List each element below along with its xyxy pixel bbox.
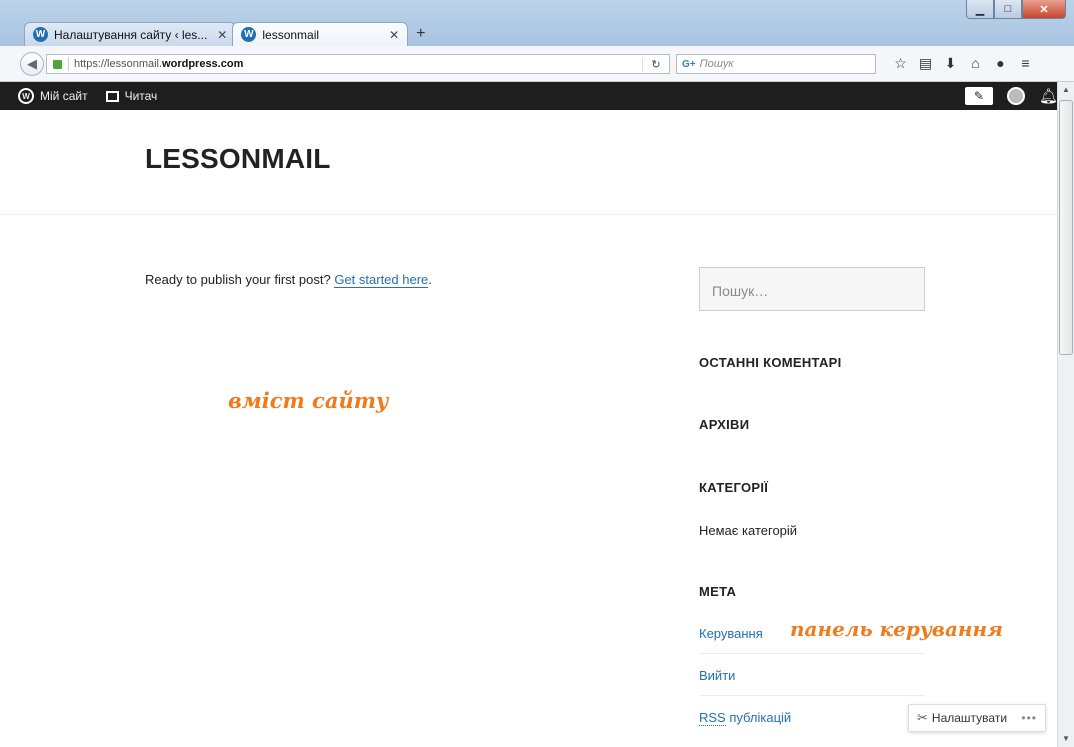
window-titlebar: W Налаштування сайту ‹ les... ✕ W lesson… xyxy=(0,0,1074,46)
sidebar-search-input[interactable]: Пошук… xyxy=(699,267,925,311)
widget-title-categories: КАТЕГОРІЇ xyxy=(699,480,769,495)
site-title[interactable]: LESSONMAIL xyxy=(145,143,331,175)
write-post-icon[interactable]: ✎ xyxy=(964,87,993,105)
search-placeholder: Пошук xyxy=(699,58,734,70)
tab-strip: W Налаштування сайту ‹ les... ✕ W lesson… xyxy=(24,20,425,46)
tab-label: lessonmail xyxy=(262,27,320,42)
tab-settings[interactable]: W Налаштування сайту ‹ les... ✕ xyxy=(24,22,237,46)
close-tab-icon[interactable]: ✕ xyxy=(207,28,227,42)
avatar[interactable] xyxy=(1006,87,1025,105)
meta-divider xyxy=(699,653,925,654)
sidebar-search-placeholder: Пошук… xyxy=(712,283,769,299)
download-icon[interactable]: ⬇ xyxy=(938,55,963,72)
search-engine-icon[interactable]: G+ xyxy=(682,59,696,70)
new-tab-button[interactable]: + xyxy=(416,25,425,46)
meta-link-logout[interactable]: Вийти xyxy=(699,668,735,683)
reload-icon[interactable]: ↻ xyxy=(642,57,669,71)
meta-link-admin[interactable]: Керування xyxy=(699,626,763,641)
menu-icon[interactable]: ≡ xyxy=(1013,55,1038,72)
get-started-link[interactable]: Get started here xyxy=(334,272,429,288)
meta-divider xyxy=(699,695,925,696)
admin-bar-right: ✎ 🔔︎ xyxy=(964,82,1058,110)
bookmark-star-icon[interactable]: ☆ xyxy=(888,55,913,72)
lock-icon xyxy=(53,59,62,69)
meta-link-rss[interactable]: RSS публікацій xyxy=(699,710,792,726)
url-separator xyxy=(68,57,69,71)
back-button[interactable]: ◀ xyxy=(20,52,44,76)
scroll-down-arrow-icon[interactable]: ▼ xyxy=(1058,731,1074,747)
rss-abbr: RSS xyxy=(699,710,726,726)
toolbar-icons: ☆ ▤ ⬇ ⌂ ● ≡ xyxy=(888,55,1038,72)
wordpress-icon: W xyxy=(33,27,48,42)
browser-search-input[interactable]: G+ Пошук xyxy=(676,54,876,74)
notifications-icon[interactable]: 🔔︎ xyxy=(1039,87,1058,105)
url-host: wordpress.com xyxy=(162,58,244,70)
customize-button[interactable]: ✂ Налаштувати ••• xyxy=(908,704,1046,732)
ready-message: Ready to publish your first post? Get st… xyxy=(145,272,432,288)
customize-label: Налаштувати xyxy=(931,711,1008,725)
tools-icon: ✂ xyxy=(917,710,928,725)
minimize-button[interactable]: ▁ xyxy=(966,0,994,19)
window-controls: ▁ □ ✕ xyxy=(966,0,1066,19)
header-divider xyxy=(0,214,1057,215)
admin-bar-left: W Мій сайт Читач xyxy=(18,82,157,110)
bookmarks-list-icon[interactable]: ▤ xyxy=(913,55,938,72)
url-prefix: https://lessonmail. xyxy=(74,58,163,70)
tab-lessonmail[interactable]: W lessonmail ✕ xyxy=(232,22,409,46)
more-dots-icon[interactable]: ••• xyxy=(1021,711,1037,725)
reader-link[interactable]: Читач xyxy=(125,89,158,103)
scroll-thumb[interactable] xyxy=(1059,100,1073,355)
ready-period: . xyxy=(428,272,432,287)
reader-icon[interactable] xyxy=(105,90,119,102)
maximize-button[interactable]: □ xyxy=(994,0,1022,19)
wordpress-logo-icon[interactable]: W xyxy=(18,88,34,104)
wordpress-icon: W xyxy=(241,27,257,42)
scroll-up-arrow-icon[interactable]: ▲ xyxy=(1058,82,1074,98)
navigation-bar: ◀ https://lessonmail. wordpress.com ↻ G+ … xyxy=(0,46,1074,82)
chat-icon[interactable]: ● xyxy=(988,55,1013,72)
close-window-button[interactable]: ✕ xyxy=(1022,0,1066,19)
wp-admin-bar: W Мій сайт Читач ✎ 🔔︎ xyxy=(0,82,1074,110)
ready-text: Ready to publish your first post? xyxy=(145,272,335,287)
close-tab-icon[interactable]: ✕ xyxy=(319,28,399,42)
page-content: LESSONMAIL Ready to publish your first p… xyxy=(0,110,1057,747)
annotation-site-content: вміст сайту xyxy=(228,388,389,413)
address-bar[interactable]: https://lessonmail. wordpress.com ↻ xyxy=(46,54,670,74)
widget-title-recent-comments: ОСТАННІ КОМЕНТАРІ xyxy=(699,355,842,370)
no-categories-text: Немає категорій xyxy=(699,523,798,538)
my-site-link[interactable]: Мій сайт xyxy=(40,89,88,103)
annotation-control-panel: панель керування xyxy=(790,617,1003,641)
rss-label: публікацій xyxy=(725,710,792,725)
page-scrollbar[interactable]: ▲ ▼ xyxy=(1057,82,1074,747)
widget-title-meta: МЕТА xyxy=(699,584,737,599)
home-icon[interactable]: ⌂ xyxy=(963,55,988,72)
widget-title-archives: АРХІВИ xyxy=(699,417,750,432)
tab-label: Налаштування сайту ‹ les... xyxy=(54,27,208,42)
